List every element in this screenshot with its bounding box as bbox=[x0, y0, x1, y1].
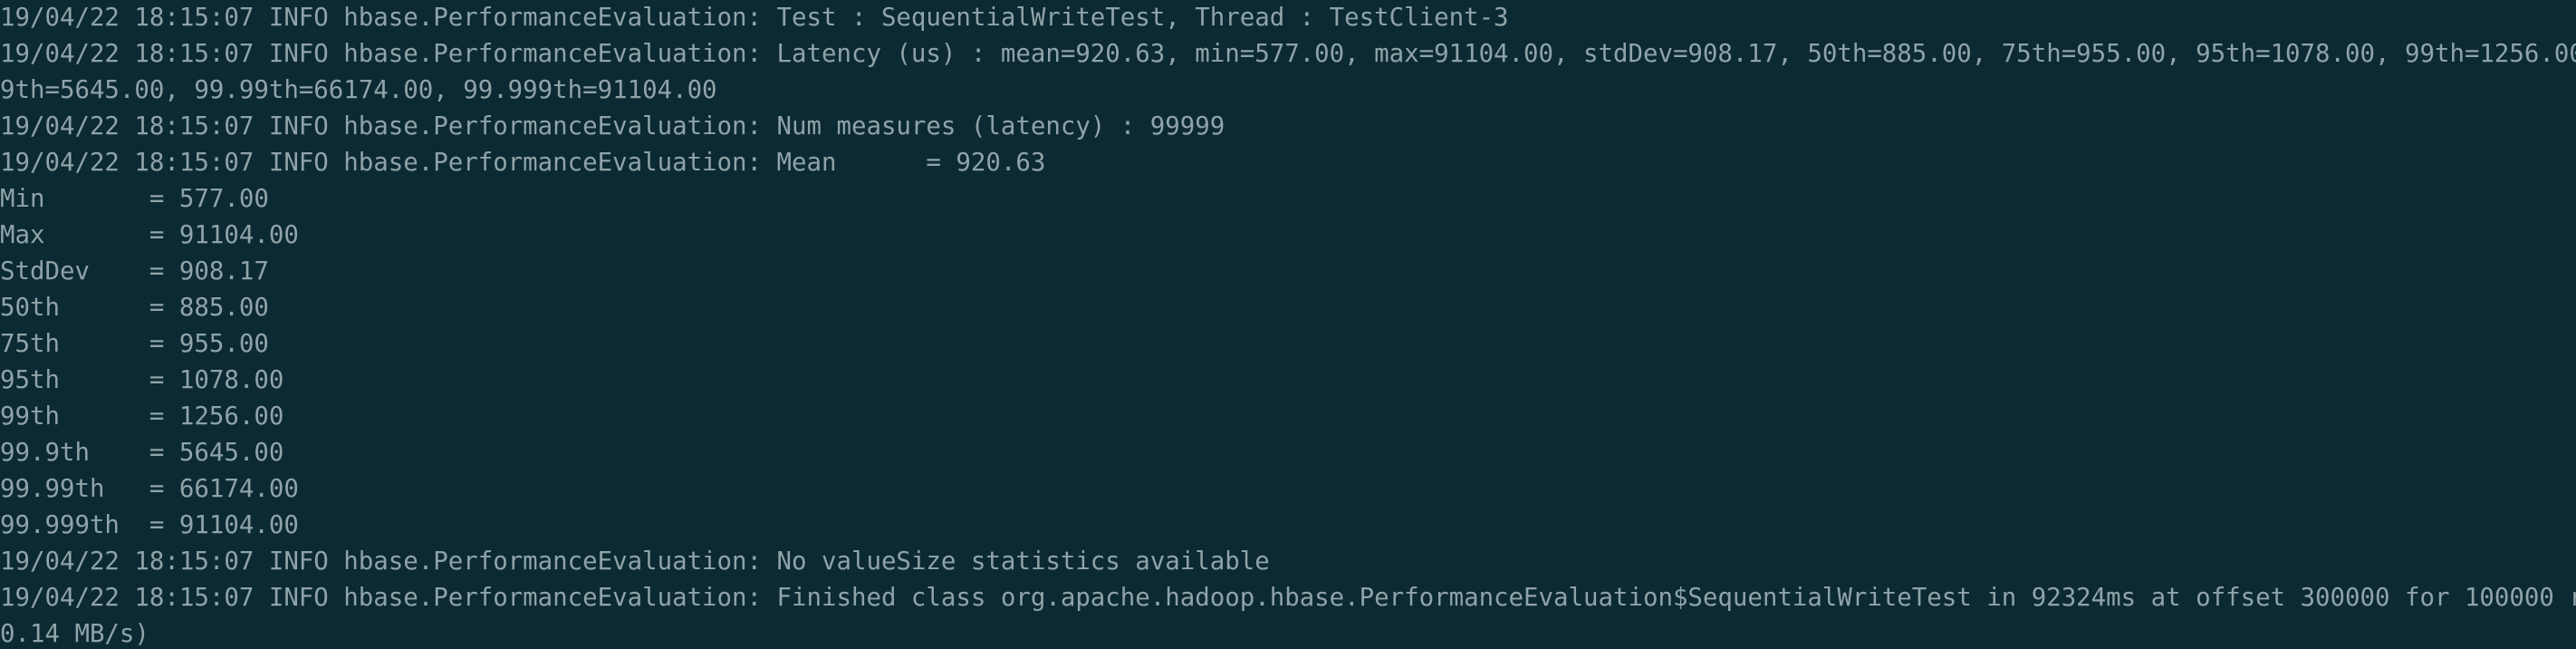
terminal-line: 19/04/22 18:15:07 INFO hbase.Performance… bbox=[0, 149, 1046, 177]
terminal-line: Min = 577.00 bbox=[0, 185, 269, 213]
terminal-line: 99.999th = 91104.00 bbox=[0, 511, 299, 539]
terminal-line: 99th = 1256.00 bbox=[0, 402, 284, 431]
terminal-line: 19/04/22 18:15:07 INFO hbase.Performance… bbox=[0, 112, 1226, 140]
terminal-line: 19/04/22 18:15:07 INFO hbase.Performance… bbox=[0, 547, 1270, 576]
terminal-line: 19/04/22 18:15:07 INFO hbase.Performance… bbox=[0, 584, 2576, 612]
terminal-line: 0.14 MB/s) bbox=[0, 620, 149, 648]
terminal-line: 19/04/22 18:15:07 INFO hbase.Performance… bbox=[0, 40, 2576, 68]
terminal-line: StdDev = 908.17 bbox=[0, 257, 269, 286]
terminal-line: 95th = 1078.00 bbox=[0, 366, 284, 394]
terminal-line: 99.99th = 66174.00 bbox=[0, 475, 299, 503]
terminal-line: 9th=5645.00, 99.99th=66174.00, 99.999th=… bbox=[0, 76, 717, 104]
terminal-line: 99.9th = 5645.00 bbox=[0, 439, 284, 467]
terminal-line: 19/04/22 18:15:07 INFO hbase.Performance… bbox=[0, 4, 1509, 32]
terminal-output[interactable]: 19/04/22 18:15:07 INFO hbase.Performance… bbox=[0, 0, 2576, 649]
terminal-line: Max = 91104.00 bbox=[0, 221, 299, 249]
terminal-line: 75th = 955.00 bbox=[0, 330, 269, 358]
terminal-line: 50th = 885.00 bbox=[0, 294, 269, 322]
